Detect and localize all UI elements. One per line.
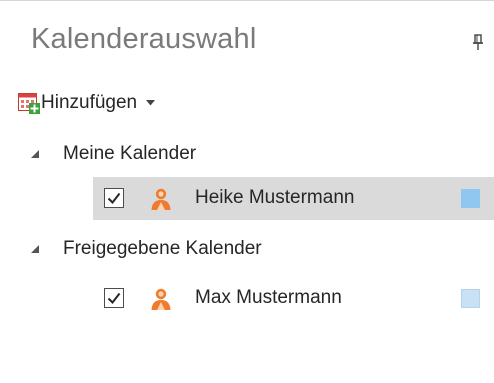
- checkmark-icon: [107, 192, 121, 205]
- expand-triangle-icon[interactable]: [30, 149, 40, 159]
- calendar-item-heike-mustermann[interactable]: Heike Mustermann: [93, 177, 494, 220]
- group-shared-calendars[interactable]: Freigegebene Kalender: [0, 233, 494, 265]
- person-icon: [151, 288, 171, 310]
- group-my-calendars[interactable]: Meine Kalender: [0, 138, 494, 170]
- group-label: Meine Kalender: [63, 143, 197, 164]
- calendar-name: Heike Mustermann: [195, 187, 355, 208]
- calendar-color-swatch: [461, 189, 480, 208]
- expand-triangle-icon[interactable]: [30, 244, 40, 254]
- group-label: Freigegebene Kalender: [63, 238, 262, 259]
- person-icon: [151, 188, 171, 210]
- checkmark-icon: [107, 292, 121, 305]
- calendar-color-swatch: [461, 289, 480, 308]
- pane-title: Kalenderauswahl: [31, 23, 257, 55]
- calendar-checkbox[interactable]: [104, 288, 124, 308]
- calendar-item-max-mustermann[interactable]: Max Mustermann: [93, 277, 494, 320]
- calendar-add-icon: [18, 93, 40, 114]
- calendar-name: Max Mustermann: [195, 287, 342, 308]
- calendar-checkbox[interactable]: [104, 188, 124, 208]
- add-calendar-label: Hinzufügen: [41, 92, 138, 113]
- calendar-selection-pane: Kalenderauswahl Hinzufügen Meine Kalende…: [0, 0, 494, 383]
- caret-down-icon[interactable]: [146, 100, 156, 106]
- pin-icon[interactable]: [471, 33, 485, 53]
- add-calendar-button[interactable]: Hinzufügen: [18, 90, 156, 116]
